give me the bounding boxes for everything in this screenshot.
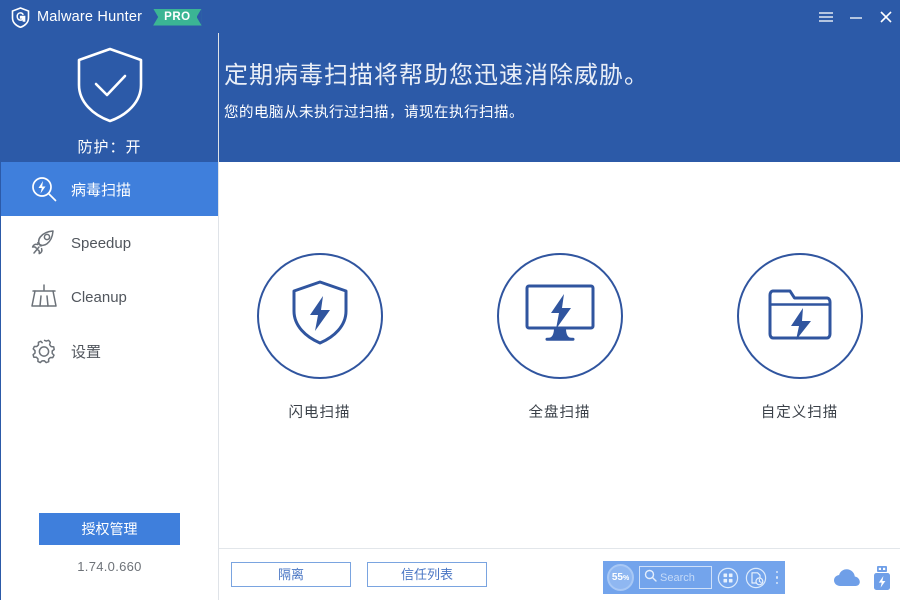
scan-option-circle bbox=[496, 252, 623, 379]
sidebar-item-cleanup[interactable]: Cleanup bbox=[1, 270, 218, 324]
gauge-unit: % bbox=[622, 574, 630, 582]
scan-option-custom[interactable]: 自定义扫描 bbox=[720, 252, 880, 422]
content-footer: 隔离 信任列表 bbox=[219, 549, 900, 600]
application-window: Malware Hunter PRO 防护：开 病毒扫描 Speedup Cle… bbox=[0, 0, 900, 600]
window-controls bbox=[811, 1, 900, 33]
sidebar-nav: 病毒扫描 Speedup Cleanup 设置 bbox=[1, 162, 218, 378]
more-options-icon[interactable] bbox=[770, 566, 784, 590]
scan-option-label: 自定义扫描 bbox=[760, 404, 839, 421]
license-area: 授权管理 1.74.0.660 bbox=[1, 513, 218, 600]
close-icon bbox=[879, 10, 893, 24]
sidebar-item-label: Cleanup bbox=[71, 288, 127, 306]
sidebar-item-label: Speedup bbox=[71, 234, 132, 252]
app-logo-shield-icon bbox=[11, 6, 30, 28]
search-input[interactable]: Search bbox=[639, 566, 712, 589]
sidebar-item-speedup[interactable]: Speedup bbox=[1, 216, 218, 270]
protection-status-label: 防护：开 bbox=[77, 139, 142, 156]
hamburger-icon bbox=[818, 11, 834, 23]
brand-area: Malware Hunter PRO bbox=[11, 1, 202, 33]
license-management-button[interactable]: 授权管理 bbox=[39, 513, 180, 545]
history-document-icon[interactable] bbox=[744, 566, 768, 590]
banner-subline: 您的电脑从未执行过扫描，请现在执行扫描。 bbox=[224, 105, 524, 121]
floating-toolbar-widget[interactable]: 55% Search bbox=[603, 561, 785, 594]
gauge-value: 55 bbox=[611, 571, 623, 583]
scan-option-label: 全盘扫描 bbox=[528, 404, 591, 421]
search-icon bbox=[644, 569, 657, 587]
scan-option-circle bbox=[736, 252, 863, 379]
header-banner: 定期病毒扫描将帮助您迅速消除威胁。 您的电脑从未执行过扫描，请现在执行扫描。 bbox=[219, 33, 900, 162]
sidebar: 防护：开 病毒扫描 Speedup Cleanup 设置 授权管理 1.74.0… bbox=[1, 33, 219, 600]
banner-headline: 定期病毒扫描将帮助您迅速消除威胁。 bbox=[224, 62, 649, 89]
scan-option-circle bbox=[256, 252, 383, 379]
minimize-button[interactable] bbox=[841, 1, 871, 33]
memory-usage-gauge[interactable]: 55% bbox=[607, 564, 634, 591]
menu-button[interactable] bbox=[811, 1, 841, 33]
scan-options: 闪电扫描 全盘扫描 自定义扫描 bbox=[219, 162, 900, 502]
scan-option-full[interactable]: 全盘扫描 bbox=[480, 252, 640, 422]
gear-icon bbox=[29, 336, 59, 366]
shield-bolt-icon bbox=[289, 278, 351, 353]
shield-check-icon bbox=[73, 45, 147, 130]
cloud-icon[interactable] bbox=[832, 563, 862, 593]
main-content: 闪电扫描 全盘扫描 自定义扫描 隔离 信任列表 bbox=[219, 162, 900, 600]
broom-icon bbox=[29, 282, 59, 312]
search-placeholder: Search bbox=[660, 571, 695, 584]
version-label: 1.74.0.660 bbox=[77, 559, 142, 574]
scan-option-label: 闪电扫描 bbox=[288, 404, 351, 421]
protection-status-panel: 防护：开 bbox=[1, 33, 218, 162]
rocket-icon bbox=[29, 228, 59, 258]
minimize-icon bbox=[849, 11, 863, 23]
close-button[interactable] bbox=[871, 1, 900, 33]
sidebar-item-label: 设置 bbox=[71, 343, 102, 361]
app-title: Malware Hunter bbox=[37, 9, 143, 25]
virus-scan-icon bbox=[29, 174, 59, 204]
pro-badge: PRO bbox=[153, 8, 202, 26]
title-bar: Malware Hunter PRO bbox=[1, 1, 900, 33]
quarantine-button[interactable]: 隔离 bbox=[231, 562, 351, 587]
sidebar-item-label: 病毒扫描 bbox=[71, 181, 132, 199]
scan-option-quick[interactable]: 闪电扫描 bbox=[240, 252, 400, 422]
usb-bolt-icon[interactable] bbox=[867, 563, 897, 593]
sidebar-item-settings[interactable]: 设置 bbox=[1, 324, 218, 378]
trust-list-button[interactable]: 信任列表 bbox=[367, 562, 487, 587]
monitor-bolt-icon bbox=[523, 282, 597, 349]
apps-grid-icon[interactable] bbox=[716, 566, 740, 590]
sidebar-item-virus-scan[interactable]: 病毒扫描 bbox=[1, 162, 218, 216]
folder-bolt-icon bbox=[766, 282, 834, 349]
